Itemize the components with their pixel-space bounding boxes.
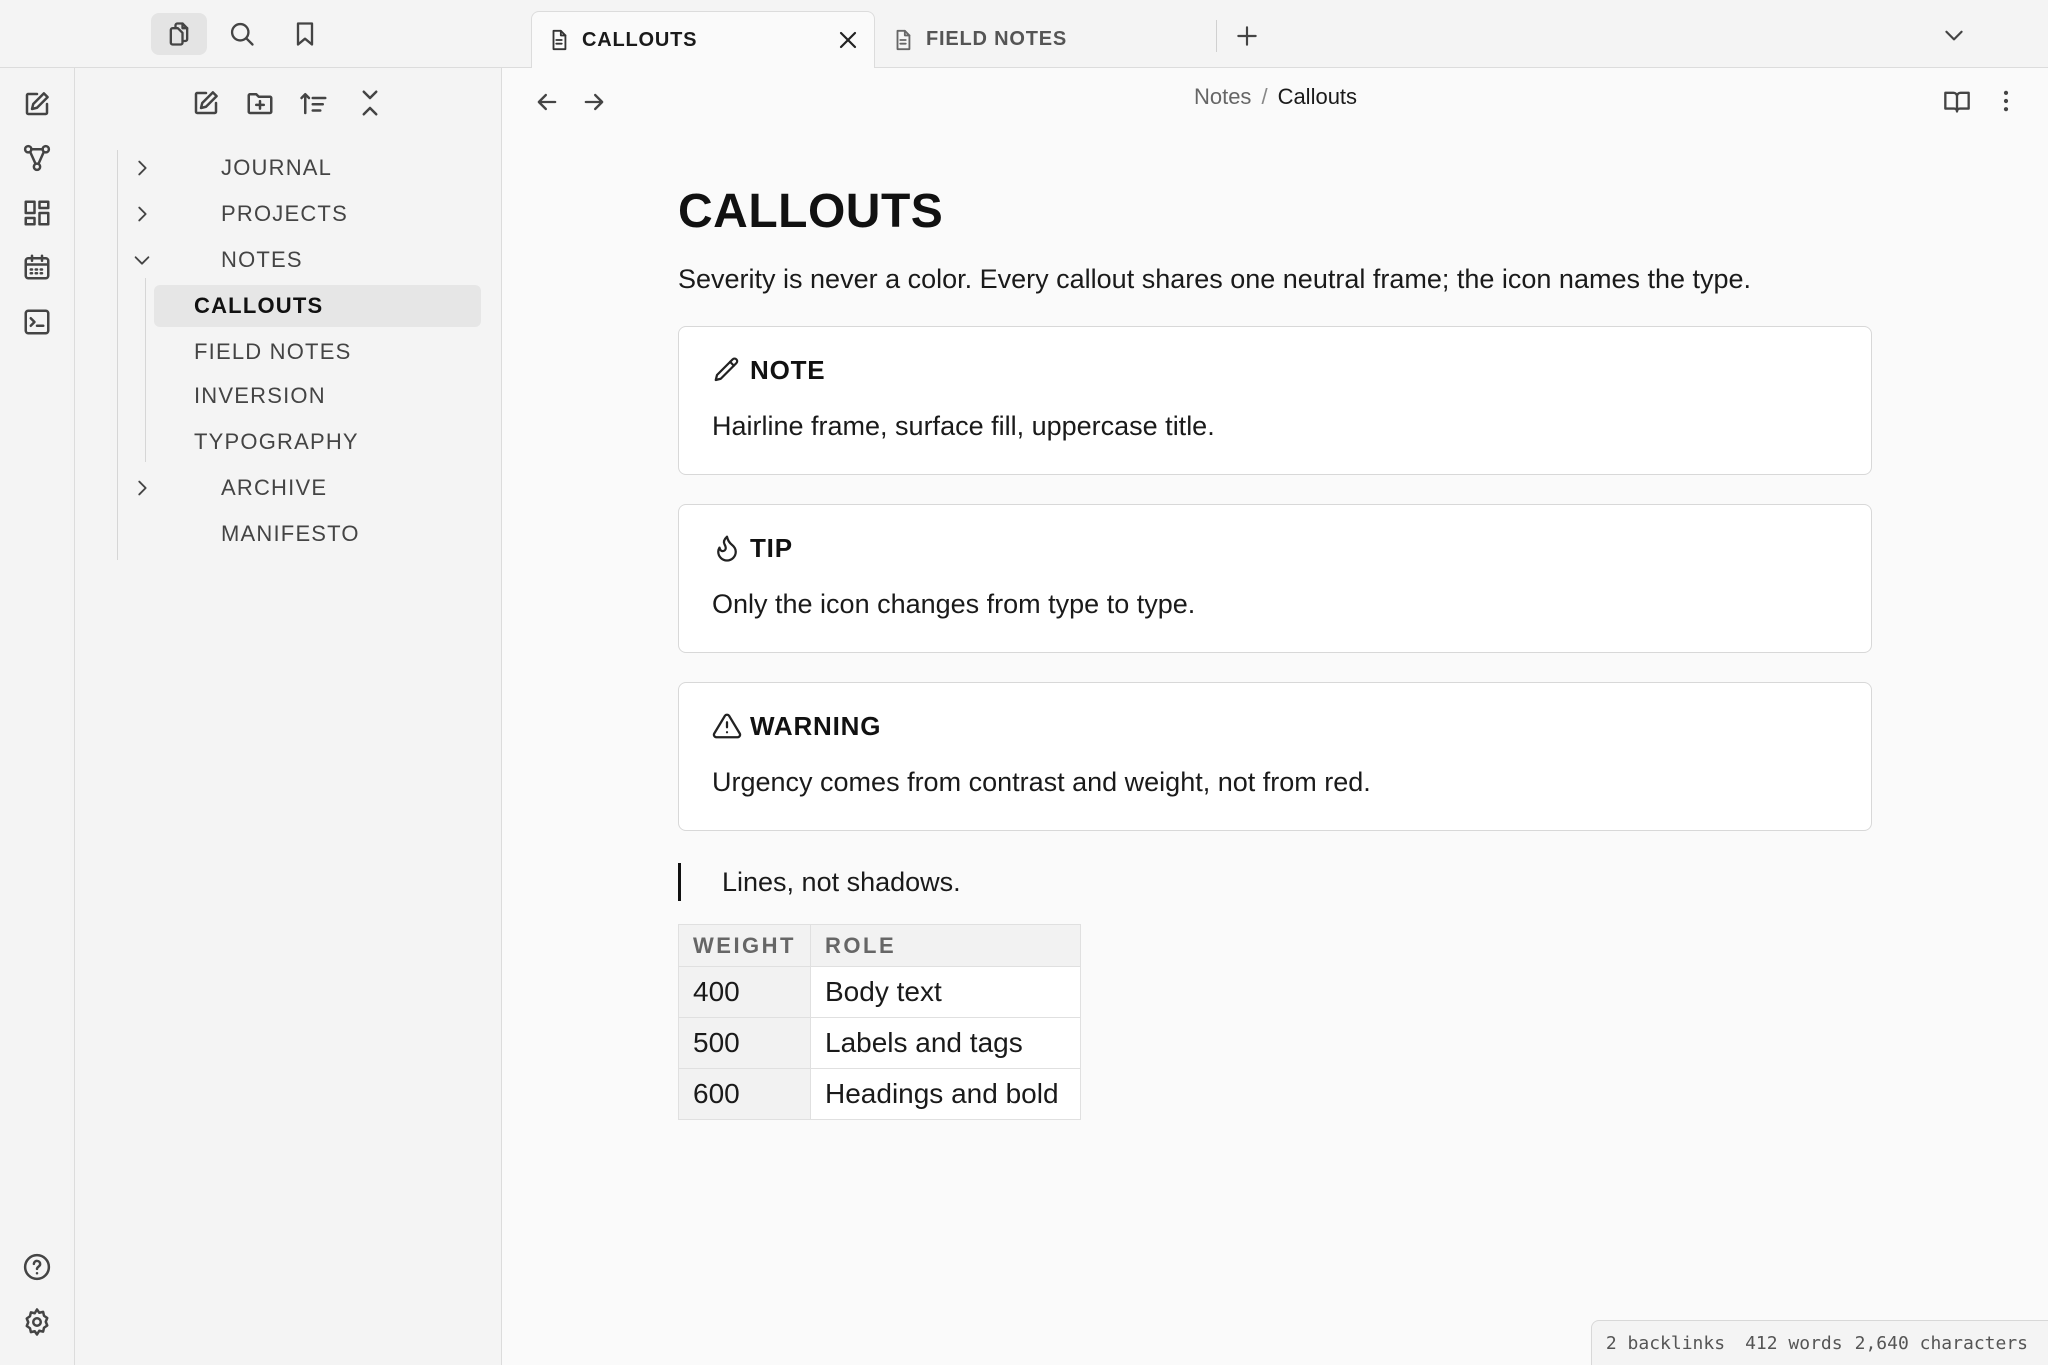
table-row: 400 Body text: [678, 966, 1081, 1018]
sort-icon[interactable]: [299, 88, 329, 118]
callout-tip: TIP Only the icon changes from type to t…: [678, 504, 1872, 653]
tree-file-typography[interactable]: TYPOGRAPHY: [154, 421, 481, 463]
table-row: 500 Labels and tags: [678, 1017, 1081, 1069]
more-options-icon[interactable]: [1992, 87, 2020, 115]
tab-label: CALLOUTS: [582, 28, 698, 51]
callout-header: TIP: [712, 531, 793, 565]
document-icon: [896, 29, 911, 50]
callout-body: Only the icon changes from type to type.: [712, 589, 1196, 619]
editor-pane: Notes / Callouts CALLOUTS Severity is neve…: [503, 68, 2048, 1365]
tab-callouts[interactable]: CALLOUTS: [531, 11, 875, 68]
callout-header: WARNING: [712, 709, 881, 743]
flame-icon: [717, 535, 737, 562]
new-note-icon[interactable]: [191, 88, 221, 118]
callout-body: Urgency comes from contrast and weight, …: [712, 767, 1371, 797]
callout-title: TIP: [750, 532, 793, 563]
canvas-icon[interactable]: [22, 198, 52, 228]
tree-folder-archive[interactable]: ARCHIVE: [131, 467, 481, 509]
files-icon: [169, 22, 189, 46]
callout-title: WARNING: [750, 710, 882, 741]
tree-item-label: INVERSION: [194, 383, 326, 408]
breadcrumb-separator: /: [1261, 84, 1268, 109]
tab-divider: [1216, 20, 1217, 52]
graph-view-icon[interactable]: [22, 143, 52, 173]
tab-label: FIELD NOTES: [926, 28, 1068, 50]
new-note-icon[interactable]: [22, 89, 52, 119]
character-count: 2,640 characters: [1854, 1332, 2028, 1354]
chevron-down-icon: [134, 256, 150, 265]
blockquote: Lines, not shadows.: [678, 861, 961, 903]
ribbon: [0, 68, 75, 1365]
weights-table: WEIGHT ROLE 400 Body text 500 Labels and…: [678, 924, 1081, 1120]
calendar-icon[interactable]: [22, 252, 52, 282]
pencil-icon: [714, 357, 739, 382]
tree-guide-line: [117, 150, 118, 560]
tree-item-label: ARCHIVE: [221, 475, 328, 500]
table-cell: Headings and bold: [810, 1068, 1081, 1120]
table-row: 600 Headings and bold: [678, 1068, 1081, 1120]
tree-item-label: JOURNAL: [221, 155, 333, 180]
collapse-all-icon[interactable]: [355, 88, 385, 118]
tree-item-label: CALLOUTS: [194, 293, 324, 318]
search-view-button[interactable]: [214, 13, 270, 55]
intro-paragraph: Severity is never a color. Every callout…: [678, 264, 1752, 294]
callout-header: NOTE: [712, 353, 825, 387]
file-explorer: JOURNAL PROJECTS NOTES CALLOUTS FIELD NO…: [75, 68, 502, 1365]
tree-folder-notes[interactable]: NOTES: [131, 239, 481, 281]
new-tab-icon[interactable]: [1234, 23, 1260, 49]
document-icon: [552, 29, 567, 51]
warning-triangle-icon: [712, 713, 742, 739]
tree-folder-projects[interactable]: PROJECTS: [131, 193, 481, 235]
table-header-cell: ROLE: [810, 924, 1081, 967]
breadcrumb-current[interactable]: Callouts: [1278, 84, 1357, 109]
word-count: 412 words: [1745, 1332, 1843, 1354]
tree-item-label: MANIFESTO: [221, 521, 360, 546]
backlinks-count[interactable]: 2 backlinks: [1606, 1333, 1725, 1354]
breadcrumb-parent[interactable]: Notes: [1194, 84, 1251, 109]
help-icon[interactable]: [22, 1252, 52, 1282]
bookmarks-view-button[interactable]: [277, 13, 333, 55]
chevron-right-icon: [138, 206, 147, 222]
files-view-button[interactable]: [151, 13, 207, 55]
tree-item-label: PROJECTS: [221, 201, 348, 226]
tree-item-label: FIELD NOTES: [194, 339, 352, 364]
status-bar: 2 backlinks 412 words 2,640 characters: [1590, 1320, 2048, 1365]
tree-file-field-notes[interactable]: FIELD NOTES: [154, 331, 481, 373]
close-icon[interactable]: [836, 28, 860, 52]
new-folder-icon[interactable]: [245, 88, 275, 118]
reading-view-icon[interactable]: [1943, 87, 1971, 115]
tab-field-notes[interactable]: FIELD NOTES: [876, 11, 1216, 68]
bookmark-icon: [296, 22, 314, 46]
tab-bar: CALLOUTS FIELD NOTES: [0, 0, 2048, 68]
table-cell: 600: [678, 1068, 811, 1120]
tree-item-label: NOTES: [221, 247, 303, 272]
page-title: CALLOUTS: [678, 185, 944, 238]
callout-body: Hairline frame, surface fill, uppercase …: [712, 411, 1215, 441]
blockquote-bar: [678, 863, 681, 901]
callout-title: NOTE: [750, 354, 826, 385]
tree-file-callouts[interactable]: CALLOUTS: [154, 285, 481, 327]
terminal-icon[interactable]: [22, 307, 52, 337]
tree-file-inversion[interactable]: INVERSION: [154, 375, 481, 417]
table-cell: Labels and tags: [810, 1017, 1081, 1069]
table-cell: 400: [678, 966, 811, 1018]
tree-file-manifesto[interactable]: MANIFESTO: [131, 513, 481, 555]
chevron-down-icon[interactable]: [1941, 22, 1967, 48]
table-cell: Body text: [810, 966, 1081, 1018]
callout-note: NOTE Hairline frame, surface fill, upper…: [678, 326, 1872, 475]
search-icon: [230, 22, 254, 46]
chevron-right-icon: [138, 160, 147, 176]
table-header-row: WEIGHT ROLE: [678, 924, 1081, 967]
tree-guide-line: [145, 278, 146, 462]
tree-folder-journal[interactable]: JOURNAL: [131, 147, 481, 189]
table-cell: 500: [678, 1017, 811, 1069]
blockquote-text: Lines, not shadows.: [722, 866, 961, 897]
settings-icon[interactable]: [22, 1307, 52, 1337]
chevron-right-icon: [138, 480, 147, 496]
breadcrumb: Notes / Callouts: [503, 84, 2048, 110]
callout-warning: WARNING Urgency comes from contrast and …: [678, 682, 1872, 831]
table-header-cell: WEIGHT: [678, 924, 811, 967]
tree-item-label: TYPOGRAPHY: [194, 429, 359, 454]
